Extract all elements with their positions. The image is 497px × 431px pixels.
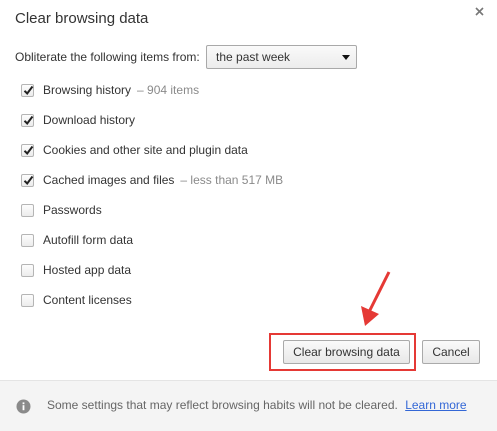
checkmark-icon [23,145,34,155]
option-browsing-history[interactable]: Browsing history – 904 items [21,80,199,100]
checkmark-icon [23,85,34,95]
checkbox-download-history[interactable] [21,113,34,127]
dialog-title: Clear browsing data [15,10,149,27]
footer-text-row: Some settings that may reflect browsing … [47,398,467,412]
checkmark-icon [23,175,34,185]
option-content-licenses[interactable]: Content licenses [21,290,132,310]
option-cached-images[interactable]: Cached images and files – less than 517 … [21,170,283,190]
checkbox-browsing-history[interactable] [21,83,34,97]
option-hosted-app-data[interactable]: Hosted app data [21,260,131,280]
option-passwords[interactable]: Passwords [21,200,102,220]
red-arrow-annotation [361,271,391,326]
close-icon [475,7,484,16]
clear-browsing-data-dialog: Clear browsing data Obliterate the follo… [0,0,497,431]
option-label: Browsing history [43,83,132,97]
checkbox-cached-images[interactable] [21,173,34,187]
cancel-button[interactable]: Cancel [422,340,480,364]
info-icon [16,399,31,414]
close-button[interactable] [472,4,488,20]
option-label: Passwords [43,203,102,217]
checkmark-icon [23,115,34,125]
option-label: Download history [43,113,136,127]
option-label: Autofill form data [43,233,134,247]
checkbox-passwords[interactable] [21,203,34,217]
option-download-history[interactable]: Download history [21,110,135,130]
option-detail: – less than 517 MB [180,173,284,187]
time-range-selected-value: the past week [216,50,291,64]
checkbox-hosted-app-data[interactable] [21,263,34,277]
learn-more-link[interactable]: Learn more [405,398,466,412]
time-range-select[interactable]: the past week [206,45,357,69]
option-cookies[interactable]: Cookies and other site and plugin data [21,140,248,160]
option-autofill[interactable]: Autofill form data [21,230,133,250]
footer-notice: Some settings that may reflect browsing … [0,380,497,431]
option-label: Hosted app data [43,263,132,277]
footer-notice-text: Some settings that may reflect browsing … [47,398,398,412]
option-label: Cookies and other site and plugin data [43,143,248,157]
option-label: Cached images and files [43,173,175,187]
checkbox-cookies[interactable] [21,143,34,157]
option-detail: – 904 items [137,83,200,97]
clear-browsing-data-button[interactable]: Clear browsing data [283,340,410,364]
checkbox-autofill[interactable] [21,233,34,247]
chevron-down-icon [342,55,350,60]
obliterate-label: Obliterate the following items from: [15,50,200,64]
checkbox-content-licenses[interactable] [21,293,34,307]
option-label: Content licenses [43,293,132,307]
